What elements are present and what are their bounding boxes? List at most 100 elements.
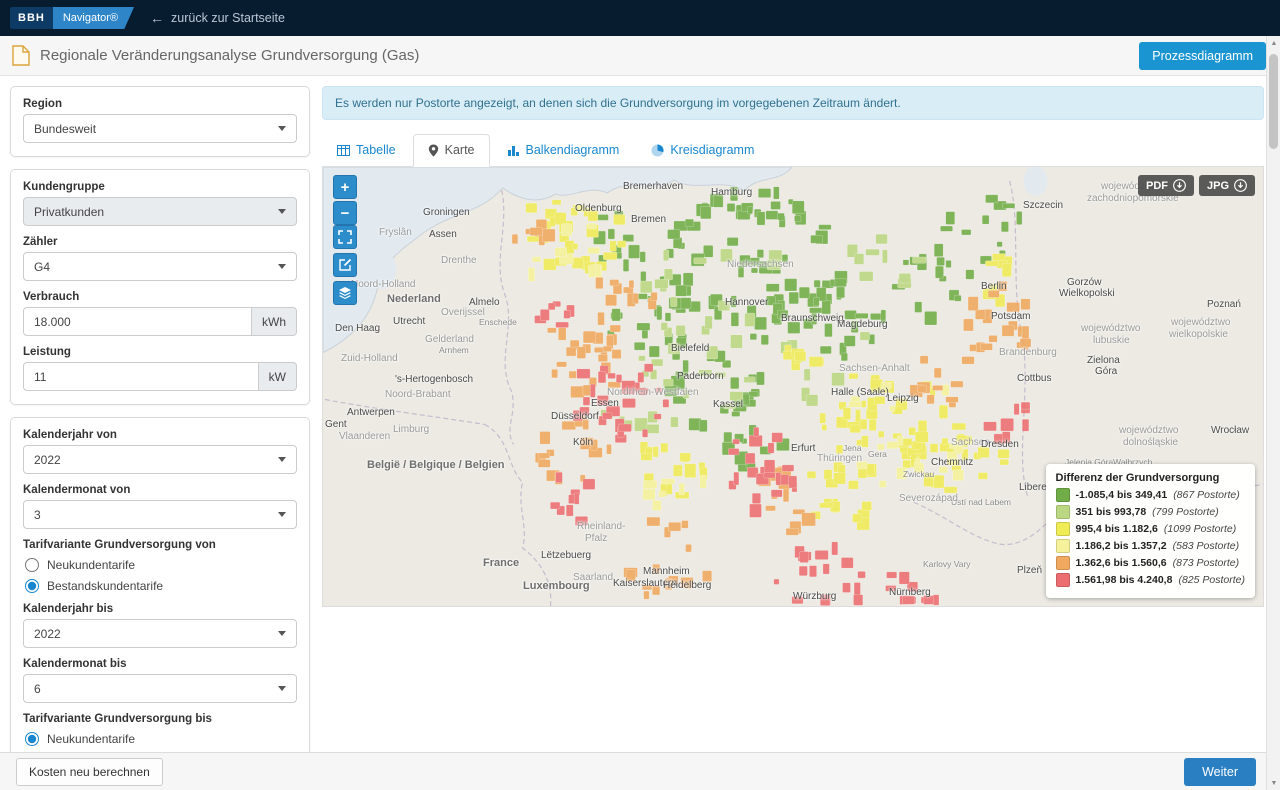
map-region-cell[interactable] bbox=[651, 292, 657, 300]
map-region-cell[interactable] bbox=[942, 438, 948, 444]
map-region-cell[interactable] bbox=[815, 550, 828, 559]
map-region-cell[interactable] bbox=[528, 268, 534, 282]
map-region-cell[interactable] bbox=[814, 280, 820, 287]
map-region-cell[interactable] bbox=[659, 491, 666, 497]
map-region-cell[interactable] bbox=[661, 478, 674, 484]
map-region-cell[interactable] bbox=[574, 493, 579, 504]
map-region-cell[interactable] bbox=[730, 187, 737, 201]
map-region-cell[interactable] bbox=[832, 373, 845, 386]
map-region-cell[interactable] bbox=[543, 229, 556, 242]
map-region-cell[interactable] bbox=[694, 258, 707, 264]
map-region-cell[interactable] bbox=[978, 473, 988, 480]
map-region-cell[interactable] bbox=[930, 444, 938, 453]
map-region-cell[interactable] bbox=[668, 522, 680, 531]
map-region-cell[interactable] bbox=[997, 242, 1002, 247]
map-region-cell[interactable] bbox=[857, 461, 868, 469]
map-region-cell[interactable] bbox=[623, 259, 629, 271]
map-region-cell[interactable] bbox=[700, 206, 711, 218]
export-pdf-button[interactable]: PDF bbox=[1138, 175, 1194, 196]
map-region-cell[interactable] bbox=[914, 463, 924, 473]
map-region-cell[interactable] bbox=[706, 346, 717, 359]
map-region-cell[interactable] bbox=[749, 391, 758, 396]
map-region-cell[interactable] bbox=[1020, 339, 1031, 348]
map-region-cell[interactable] bbox=[1002, 263, 1011, 277]
map-region-cell[interactable] bbox=[744, 377, 755, 383]
map-region-cell[interactable] bbox=[927, 395, 934, 404]
map-region-cell[interactable] bbox=[820, 346, 831, 354]
map-region-cell[interactable] bbox=[686, 544, 692, 552]
map-region-cell[interactable] bbox=[629, 280, 634, 288]
map-region-cell[interactable] bbox=[903, 596, 915, 604]
map-region-cell[interactable] bbox=[962, 356, 975, 364]
map-region-cell[interactable] bbox=[788, 322, 800, 334]
map-region-cell[interactable] bbox=[887, 441, 898, 448]
map-region-cell[interactable] bbox=[569, 371, 576, 378]
map-region-cell[interactable] bbox=[756, 372, 764, 385]
map-region-cell[interactable] bbox=[754, 317, 766, 330]
map-region-cell[interactable] bbox=[804, 369, 810, 381]
map-region-cell[interactable] bbox=[538, 460, 550, 468]
map-region-cell[interactable] bbox=[664, 269, 672, 280]
map-region-cell[interactable] bbox=[807, 471, 816, 478]
map-region-cell[interactable] bbox=[1021, 402, 1030, 409]
map-region-cell[interactable] bbox=[588, 247, 600, 253]
map-region-cell[interactable] bbox=[638, 294, 648, 300]
map-region-cell[interactable] bbox=[985, 195, 997, 203]
map-region-cell[interactable] bbox=[561, 224, 572, 236]
map-region-cell[interactable] bbox=[583, 385, 591, 396]
map-region-cell[interactable] bbox=[879, 481, 886, 488]
map-region-cell[interactable] bbox=[676, 325, 685, 335]
map-region-cell[interactable] bbox=[638, 372, 644, 382]
map-region-cell[interactable] bbox=[547, 328, 556, 333]
map-region-cell[interactable] bbox=[699, 420, 707, 432]
map-region-cell[interactable] bbox=[822, 301, 831, 314]
map-region-cell[interactable] bbox=[750, 258, 760, 266]
map-region-cell[interactable] bbox=[628, 245, 639, 258]
map-region-cell[interactable] bbox=[897, 435, 903, 445]
map-region-cell[interactable] bbox=[772, 433, 783, 443]
map-region-cell[interactable] bbox=[550, 502, 560, 509]
map-region-cell[interactable] bbox=[679, 483, 685, 495]
map-region-cell[interactable] bbox=[861, 436, 868, 448]
map-region-cell[interactable] bbox=[683, 360, 689, 372]
map-region-cell[interactable] bbox=[903, 260, 909, 265]
map-region-cell[interactable] bbox=[598, 371, 606, 383]
map-region-cell[interactable] bbox=[613, 214, 625, 224]
map-region-cell[interactable] bbox=[657, 306, 662, 319]
map-region-cell[interactable] bbox=[564, 310, 570, 318]
map-region-cell[interactable] bbox=[923, 596, 934, 605]
radio-bestandskundentarife-von[interactable]: Bestandskundentarife bbox=[25, 579, 297, 593]
kalendermonat-bis-select[interactable]: 6 bbox=[23, 674, 297, 703]
map-region-cell[interactable] bbox=[966, 436, 972, 444]
map-region-cell[interactable] bbox=[590, 384, 595, 397]
map-region-cell[interactable] bbox=[590, 439, 597, 450]
map-region-cell[interactable] bbox=[588, 223, 597, 229]
map-region-cell[interactable] bbox=[853, 595, 862, 606]
map-region-cell[interactable] bbox=[724, 403, 736, 408]
map-region-cell[interactable] bbox=[665, 313, 671, 321]
map-region-cell[interactable] bbox=[939, 405, 948, 418]
map-region-cell[interactable] bbox=[954, 295, 961, 301]
verbrauch-input[interactable] bbox=[23, 307, 251, 336]
map-region-cell[interactable] bbox=[663, 379, 673, 386]
map-region-cell[interactable] bbox=[639, 356, 646, 361]
tab-kreisdiagramm[interactable]: Kreisdiagramm bbox=[636, 134, 769, 167]
scroll-down-arrow[interactable]: ▼ bbox=[1267, 776, 1280, 790]
map-region-cell[interactable] bbox=[792, 201, 804, 214]
map-region-cell[interactable] bbox=[555, 212, 567, 224]
radio-input-neukundentarife-von[interactable] bbox=[25, 558, 39, 572]
scroll-up-arrow[interactable]: ▲ bbox=[1267, 36, 1280, 50]
map-region-cell[interactable] bbox=[720, 249, 732, 262]
map-region-cell[interactable] bbox=[782, 465, 794, 471]
radio-input-neukundentarife-bis[interactable] bbox=[25, 732, 39, 746]
map-region-cell[interactable] bbox=[946, 397, 958, 403]
map-region-cell[interactable] bbox=[552, 369, 558, 378]
map-region-cell[interactable] bbox=[792, 596, 803, 603]
map-region-cell[interactable] bbox=[540, 431, 550, 444]
map-region-cell[interactable] bbox=[512, 234, 518, 244]
map-region-cell[interactable] bbox=[849, 373, 858, 379]
map-region-cell[interactable] bbox=[602, 413, 612, 419]
map-region-cell[interactable] bbox=[750, 334, 757, 340]
map-region-cell[interactable] bbox=[527, 236, 540, 242]
map-region-cell[interactable] bbox=[832, 542, 838, 555]
